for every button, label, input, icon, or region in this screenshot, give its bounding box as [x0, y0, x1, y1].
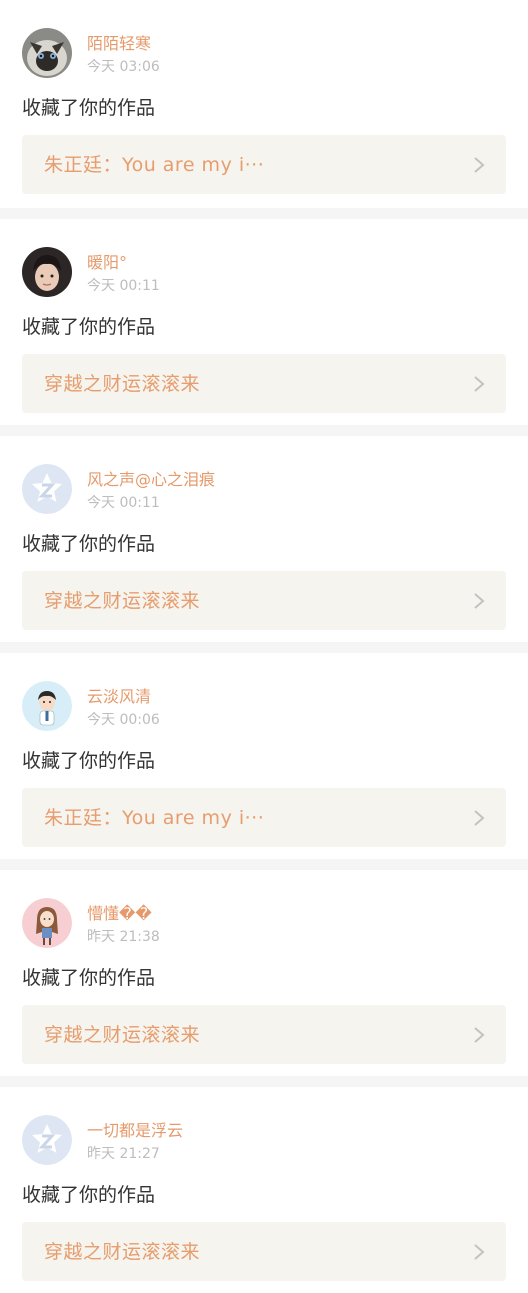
work-link[interactable]: 穿越之财运滚滚来	[22, 354, 506, 413]
timestamp: 今天 00:06	[87, 712, 160, 728]
chevron-right-icon	[472, 591, 486, 611]
user-name[interactable]: 懵懂��	[87, 904, 152, 924]
notification-card: 云淡风清 今天 00:06 收藏了你的作品 朱正廷：You are my i··…	[0, 653, 528, 859]
chevron-right-icon	[472, 155, 486, 175]
work-title: 穿越之财运滚滚来	[44, 590, 201, 612]
chevron-right-icon	[472, 1242, 486, 1262]
timestamp: 昨天 21:27	[87, 1146, 160, 1162]
user-name[interactable]: 暖阳°	[87, 253, 127, 273]
chevron-right-icon	[472, 1025, 486, 1045]
timestamp: 昨天 21:38	[87, 929, 160, 945]
action-text: 收藏了你的作品	[22, 533, 156, 555]
cat-avatar-icon[interactable]	[22, 28, 72, 78]
photo-avatar-icon[interactable]	[22, 247, 72, 297]
work-link[interactable]: 穿越之财运滚滚来	[22, 1005, 506, 1064]
notification-card: 一切都是浮云 昨天 21:27 收藏了你的作品 穿越之财运滚滚来	[0, 1087, 528, 1293]
work-link[interactable]: 朱正廷：You are my i···	[22, 135, 506, 194]
timestamp: 今天 00:11	[87, 495, 160, 511]
work-title: 穿越之财运滚滚来	[44, 1024, 201, 1046]
work-title: 朱正廷：You are my i···	[44, 154, 265, 176]
cartoon-girl-avatar-icon[interactable]	[22, 898, 72, 948]
work-title: 穿越之财运滚滚来	[44, 373, 201, 395]
timestamp: 今天 00:11	[87, 278, 160, 294]
work-link[interactable]: 穿越之财运滚滚来	[22, 571, 506, 630]
work-title: 穿越之财运滚滚来	[44, 1241, 201, 1263]
user-name[interactable]: 云淡风清	[87, 687, 151, 707]
work-link[interactable]: 穿越之财运滚滚来	[22, 1222, 506, 1281]
notification-feed: 陌陌轻寒 今天 03:06 收藏了你的作品 朱正廷：You are my i··…	[0, 0, 528, 1293]
user-name[interactable]: 一切都是浮云	[87, 1121, 183, 1141]
action-text: 收藏了你的作品	[22, 967, 156, 989]
work-title: 朱正廷：You are my i···	[44, 807, 265, 829]
user-name[interactable]: 风之声@心之泪痕	[87, 470, 215, 490]
default-avatar-icon[interactable]	[22, 464, 72, 514]
action-text: 收藏了你的作品	[22, 750, 156, 772]
notification-card: 暖阳° 今天 00:11 收藏了你的作品 穿越之财运滚滚来	[0, 219, 528, 425]
notification-card: 懵懂�� 昨天 21:38 收藏了你的作品 穿越之财运滚滚来	[0, 870, 528, 1076]
chevron-right-icon	[472, 808, 486, 828]
timestamp: 今天 03:06	[87, 59, 160, 75]
action-text: 收藏了你的作品	[22, 316, 156, 338]
user-name[interactable]: 陌陌轻寒	[87, 34, 151, 54]
chevron-right-icon	[472, 374, 486, 394]
action-text: 收藏了你的作品	[22, 1184, 156, 1206]
work-link[interactable]: 朱正廷：You are my i···	[22, 788, 506, 847]
notification-card: 风之声@心之泪痕 今天 00:11 收藏了你的作品 穿越之财运滚滚来	[0, 436, 528, 642]
action-text: 收藏了你的作品	[22, 97, 156, 119]
notification-card: 陌陌轻寒 今天 03:06 收藏了你的作品 朱正廷：You are my i··…	[0, 0, 528, 208]
cartoon-boy-avatar-icon[interactable]	[22, 681, 72, 731]
default-avatar-icon[interactable]	[22, 1115, 72, 1165]
